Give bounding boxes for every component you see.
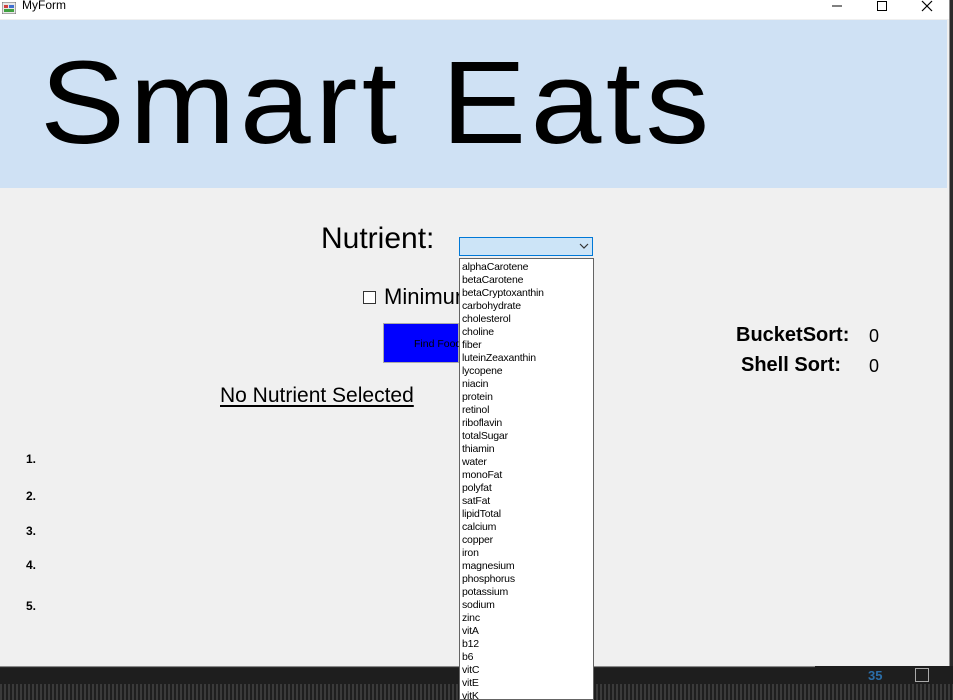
- maximize-button[interactable]: [860, 0, 904, 16]
- background-window-icon: [915, 668, 929, 682]
- minimum-checkbox[interactable]: [363, 291, 376, 304]
- status-text: No Nutrient Selected: [220, 384, 414, 407]
- dropdown-item[interactable]: iron: [460, 547, 593, 560]
- background-line-number: 35: [868, 668, 883, 683]
- close-button[interactable]: [905, 0, 949, 16]
- dropdown-item[interactable]: calcium: [460, 521, 593, 534]
- app-title: Smart Eats: [40, 37, 714, 169]
- dropdown-item[interactable]: sodium: [460, 599, 593, 612]
- result-rank-2: 2.: [26, 489, 37, 503]
- chevron-down-icon: [579, 243, 589, 249]
- dropdown-item[interactable]: betaCryptoxanthin: [460, 287, 593, 300]
- dropdown-item[interactable]: cholesterol: [460, 313, 593, 326]
- bucket-sort-value: 0: [869, 326, 880, 346]
- dropdown-item[interactable]: polyfat: [460, 482, 593, 495]
- dropdown-item[interactable]: alphaCarotene: [460, 261, 593, 274]
- dropdown-item[interactable]: vitK: [460, 690, 593, 699]
- dropdown-item[interactable]: potassium: [460, 586, 593, 599]
- result-rank-5: 5.: [26, 599, 37, 613]
- close-icon: [921, 0, 933, 12]
- result-rank-3: 3.: [26, 524, 37, 538]
- dropdown-item[interactable]: betaCarotene: [460, 274, 593, 287]
- dropdown-item[interactable]: retinol: [460, 404, 593, 417]
- nutrient-combobox[interactable]: [459, 237, 593, 256]
- dropdown-item[interactable]: vitE: [460, 677, 593, 690]
- dropdown-item[interactable]: protein: [460, 391, 593, 404]
- minimize-button[interactable]: [815, 0, 859, 16]
- dropdown-item[interactable]: luteinZeaxanthin: [460, 352, 593, 365]
- dropdown-item[interactable]: vitA: [460, 625, 593, 638]
- window-title: MyForm: [22, 0, 66, 12]
- dropdown-item[interactable]: thiamin: [460, 443, 593, 456]
- shell-sort-label: Shell Sort:: [741, 354, 842, 376]
- maximize-icon: [877, 1, 887, 11]
- dropdown-item[interactable]: monoFat: [460, 469, 593, 482]
- bucket-sort-label: BucketSort:: [736, 324, 850, 346]
- dropdown-item[interactable]: riboflavin: [460, 417, 593, 430]
- dropdown-item[interactable]: b12: [460, 638, 593, 651]
- dropdown-item[interactable]: b6: [460, 651, 593, 664]
- header-banner: Smart Eats: [0, 20, 947, 188]
- result-rank-1: 1.: [26, 452, 37, 466]
- title-bar[interactable]: MyForm: [0, 0, 949, 19]
- dropdown-item[interactable]: fiber: [460, 339, 593, 352]
- dropdown-item[interactable]: totalSugar: [460, 430, 593, 443]
- dropdown-item[interactable]: magnesium: [460, 560, 593, 573]
- dropdown-item[interactable]: choline: [460, 326, 593, 339]
- result-rank-4: 4.: [26, 558, 37, 572]
- dropdown-item[interactable]: satFat: [460, 495, 593, 508]
- dropdown-item[interactable]: copper: [460, 534, 593, 547]
- dropdown-item[interactable]: vitC: [460, 664, 593, 677]
- dropdown-item[interactable]: lycopene: [460, 365, 593, 378]
- nutrient-label: Nutrient:: [321, 222, 435, 255]
- dropdown-item[interactable]: carbohydrate: [460, 300, 593, 313]
- background-panel: [815, 666, 953, 684]
- minimize-icon: [832, 5, 842, 7]
- dropdown-item[interactable]: niacin: [460, 378, 593, 391]
- dropdown-items: alphaCarotene betaCarotene betaCryptoxanth…: [460, 261, 593, 699]
- dropdown-item[interactable]: lipidTotal: [460, 508, 593, 521]
- shell-sort-value: 0: [869, 356, 880, 376]
- dropdown-item[interactable]: water: [460, 456, 593, 469]
- find-foods-button[interactable]: Find Foods: [383, 323, 467, 363]
- app-icon: [1, 1, 17, 15]
- nutrient-dropdown-list[interactable]: alphaCarotene betaCarotene betaCryptoxanth…: [459, 258, 594, 700]
- dropdown-item[interactable]: phosphorus: [460, 573, 593, 586]
- dropdown-item[interactable]: zinc: [460, 612, 593, 625]
